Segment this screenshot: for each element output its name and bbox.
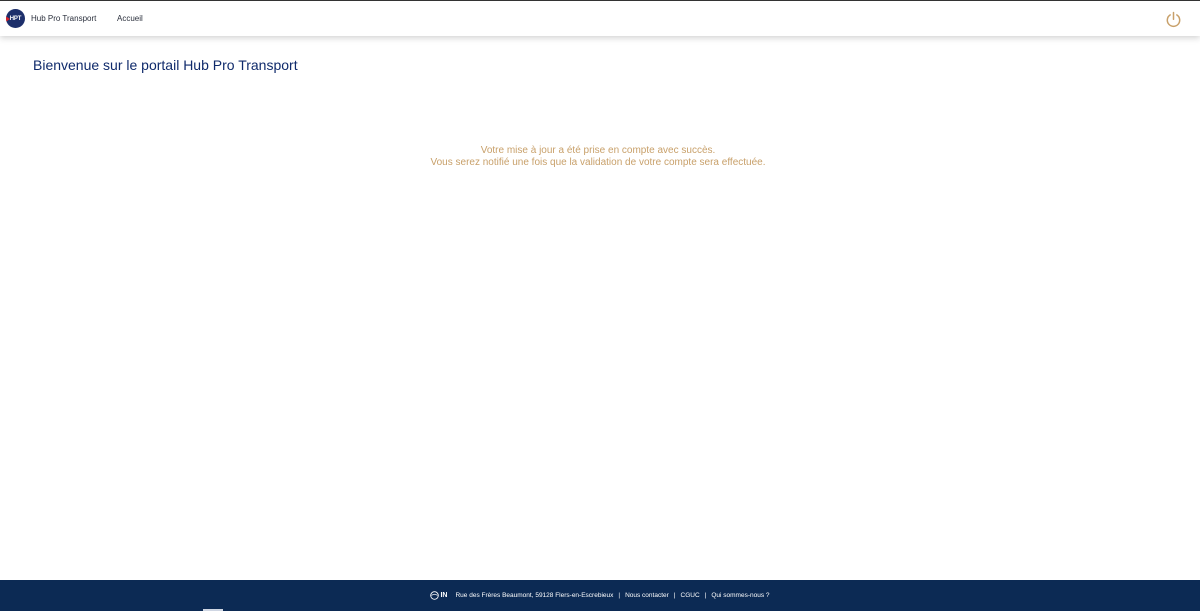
footer-logo: IN: [430, 591, 447, 600]
footer-logo-text: IN: [440, 592, 448, 599]
page-title: Bienvenue sur le portail Hub Pro Transpo…: [33, 57, 298, 73]
footer-link-about[interactable]: Qui sommes-nous ?: [711, 592, 769, 599]
power-icon[interactable]: [1165, 11, 1182, 28]
footer-separator: |: [704, 592, 707, 599]
footer: IN Rue des Frères Beaumont, 59128 Flers-…: [0, 580, 1200, 611]
status-message: Votre mise à jour a été prise en compte …: [0, 145, 1196, 169]
status-message-line-1: Votre mise à jour a été prise en compte …: [480, 145, 716, 156]
page: HPT Hub Pro Transport Accueil Bienvenue …: [0, 0, 1200, 611]
brand-home-link[interactable]: HPT Hub Pro Transport: [6, 9, 96, 28]
footer-separator: |: [618, 592, 621, 599]
footer-logo-icon: [430, 591, 440, 600]
logo-text: HPT: [9, 15, 22, 22]
hpt-logo: HPT: [6, 9, 25, 28]
footer-address: Rue des Frères Beaumont, 59128 Flers-en-…: [455, 592, 614, 599]
brand-name: Hub Pro Transport: [31, 14, 97, 23]
footer-separator: |: [673, 592, 676, 599]
top-navbar: HPT Hub Pro Transport Accueil: [0, 0, 1200, 36]
footer-link-cguc[interactable]: CGUC: [681, 592, 700, 599]
footer-link-contact[interactable]: Nous contacter: [625, 592, 669, 599]
status-message-line-2: Vous serez notifié une fois que la valid…: [430, 157, 766, 168]
nav-item-accueil[interactable]: Accueil: [117, 14, 143, 23]
